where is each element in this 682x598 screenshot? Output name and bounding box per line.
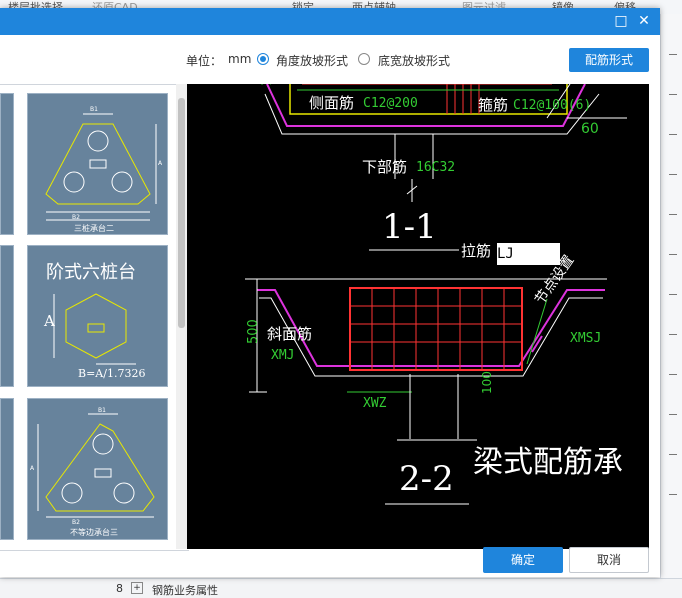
rebar-settings-dialog: □ ✕ 单位： mm 角度放坡形式 底宽放坡形式 配筋形式 B1 B2 A 三桩… <box>0 8 660 577</box>
bottom-rebar-value: 16C32 <box>416 160 456 175</box>
dim-label: B1 <box>98 407 106 414</box>
pile-cap-type-list: B1 B2 A 三桩承台二 阶式六桩台 A B=A/1.7326 B1 B2 A… <box>0 84 189 551</box>
stirrup-value: C12@100(6) <box>513 98 592 113</box>
cancel-button[interactable]: 取消 <box>569 547 649 573</box>
side-rebar-value: C12@200 <box>363 96 418 111</box>
scrollbar-thumb[interactable] <box>178 98 185 328</box>
slope-angle: 60 <box>581 121 599 137</box>
background-right-toolbar <box>660 14 682 597</box>
unequal-three-cap-thumbnail[interactable]: B1 B2 A 不等边承台三 <box>27 398 168 540</box>
xmsj-label: XMSJ <box>570 331 602 346</box>
expand-icon[interactable]: + <box>131 582 143 594</box>
confirm-button[interactable]: 确定 <box>483 547 563 573</box>
thumbnail-caption: 不等边承台三 <box>70 528 118 537</box>
formula-label: B=A/1.7326 <box>78 367 146 380</box>
stepped-six-pile-cap-thumbnail[interactable]: 阶式六桩台 A B=A/1.7326 <box>27 245 168 387</box>
dim-label: B1 <box>90 106 98 113</box>
dimension-100: 100 <box>480 371 494 394</box>
three-pile-cap-sketch <box>45 113 157 221</box>
unequal-cap-sketch <box>37 413 155 518</box>
list-item-thumbnail[interactable] <box>0 398 14 540</box>
unit-value: mm <box>228 52 252 66</box>
angle-slope-label[interactable]: 角度放坡形式 <box>276 52 348 69</box>
drawing-title: 梁式配筋承 <box>473 445 623 480</box>
maximize-button[interactable]: □ <box>612 13 630 29</box>
width-slope-label[interactable]: 底宽放坡形式 <box>378 52 450 69</box>
dim-label: B2 <box>72 519 80 526</box>
rebar-form-button[interactable]: 配筋形式 <box>569 48 649 72</box>
dimension-500: 500 <box>246 319 261 344</box>
xwz-label: XWZ <box>363 396 387 411</box>
dim-label: B2 <box>72 214 80 221</box>
rebar-drawing-canvas[interactable]: 1000 侧面筋 C12@200 箍筋 C12@100(6) 60 下部筋 16… <box>187 84 649 549</box>
width-slope-radio[interactable] <box>358 53 370 65</box>
stirrup-label: 箍筋 <box>478 96 509 114</box>
property-label: 钢筋业务属性 <box>152 584 218 597</box>
dim-label: A <box>44 312 55 330</box>
side-rebar-label: 侧面筋 <box>309 94 355 112</box>
xmj-label: XMJ <box>271 348 295 363</box>
dialog-titlebar: □ ✕ <box>0 8 660 35</box>
row-number: 8 <box>116 582 123 595</box>
dim-label: A <box>30 465 35 472</box>
tie-rebar-label: 拉筋 <box>461 242 492 260</box>
list-item-thumbnail[interactable] <box>0 245 14 387</box>
list-scrollbar[interactable] <box>176 84 187 549</box>
dimension-1000: 1000 <box>260 84 275 86</box>
list-item-thumbnail[interactable] <box>0 93 14 235</box>
tie-rebar-input[interactable]: LJ <box>497 243 560 265</box>
thumbnail-caption: 三桩承台二 <box>74 224 114 233</box>
section-2-label: 2-2 <box>399 459 454 499</box>
section-1-label: 1-1 <box>382 207 437 247</box>
unit-label: 单位： <box>186 54 223 68</box>
dim-label: A <box>158 160 163 167</box>
bottom-rebar-label: 下部筋 <box>362 158 408 176</box>
angle-slope-radio[interactable] <box>257 53 269 65</box>
three-pile-cap-thumbnail[interactable]: B1 B2 A 三桩承台二 <box>27 93 168 235</box>
thumbnail-title: 阶式六桩台 <box>46 262 136 283</box>
slope-rebar-label: 斜面筋 <box>267 325 313 343</box>
close-button[interactable]: ✕ <box>635 13 653 29</box>
background-property-row: 8 + 钢筋业务属性 <box>0 578 682 598</box>
